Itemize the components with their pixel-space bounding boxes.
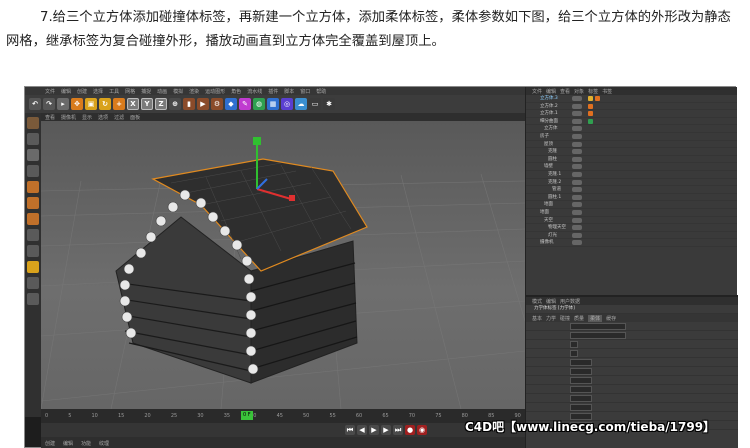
right-panels: 文件 编辑 查看 对象 标签 书签 立方体.3 立方体.2 立方体.1 细分曲面 立方体 … bbox=[525, 87, 738, 448]
goto-start-icon[interactable]: ⏮ bbox=[345, 425, 355, 435]
list-item[interactable]: 立方体.3 bbox=[526, 95, 737, 103]
attribute-row[interactable] bbox=[526, 349, 738, 358]
axis-y-button[interactable]: Y bbox=[141, 98, 153, 110]
environment-icon[interactable]: ☁ bbox=[295, 98, 307, 110]
rotate-icon[interactable]: ↻ bbox=[99, 98, 111, 110]
array-icon[interactable]: ▦ bbox=[267, 98, 279, 110]
attribute-row[interactable] bbox=[526, 403, 738, 412]
prev-frame-icon[interactable]: ◀ bbox=[357, 425, 367, 435]
render-view-icon[interactable]: ▶ bbox=[197, 98, 209, 110]
axis-mode-icon[interactable] bbox=[27, 229, 39, 241]
list-item[interactable]: 房子 bbox=[526, 133, 737, 141]
timeline-ruler[interactable]: 0 5 10 15 20 25 30 35 40 45 50 55 60 65 70 75 80 85 90 0 F bbox=[41, 409, 525, 423]
forum-watermark: C4D吧【www.linecg.com/tieba/1799】 bbox=[465, 420, 716, 434]
make-editable-icon[interactable] bbox=[27, 117, 39, 129]
playback-controls: ⏮ ◀ ▶ ▶ ⏭ ● ◉ bbox=[41, 423, 525, 437]
object-tree: 立方体.3 立方体.2 立方体.1 细分曲面 立方体 房子 屋顶 克隆 圆柱 墙… bbox=[526, 95, 737, 247]
list-item[interactable]: 地面 bbox=[526, 201, 737, 209]
list-item[interactable]: 立方体.2 bbox=[526, 103, 737, 111]
select-icon[interactable]: ▸ bbox=[57, 98, 69, 110]
attribute-row[interactable] bbox=[526, 358, 738, 367]
left-mode-toolbar bbox=[25, 113, 41, 417]
material-manager-menu[interactable]: 创建 编辑 功能 纹理 bbox=[41, 437, 525, 448]
model-mode-icon[interactable] bbox=[27, 133, 39, 145]
record-icon[interactable]: ● bbox=[405, 425, 415, 435]
list-item[interactable]: 管道 bbox=[526, 186, 737, 194]
undo-icon[interactable]: ↶ bbox=[29, 98, 41, 110]
menu-bar[interactable]: 文件 编辑 创建 选择 工具 网格 捕捉 动画 模拟 渲染 运动图形 角色 流水线 插件 脚本 窗口 帮助 bbox=[25, 87, 525, 95]
list-item[interactable]: 立方体.1 bbox=[526, 110, 737, 118]
attribute-row[interactable] bbox=[526, 331, 738, 340]
attribute-title: 力学体标签 [力学体] bbox=[526, 305, 738, 314]
spline-pen-icon[interactable]: ✎ bbox=[239, 98, 251, 110]
list-item[interactable]: 地面 bbox=[526, 209, 737, 217]
render-region-icon[interactable]: ▮ bbox=[183, 98, 195, 110]
texture-mode-icon[interactable] bbox=[27, 149, 39, 161]
play-icon[interactable]: ▶ bbox=[369, 425, 379, 435]
list-item[interactable]: 天空 bbox=[526, 217, 737, 225]
list-item[interactable]: 墙壁 bbox=[526, 163, 737, 171]
points-mode-icon[interactable] bbox=[27, 181, 39, 193]
log-cabin-model bbox=[115, 158, 368, 384]
attribute-row[interactable] bbox=[526, 385, 738, 394]
camera-icon[interactable]: ▭ bbox=[309, 98, 321, 110]
object-manager-menu[interactable]: 文件 编辑 查看 对象 标签 书签 bbox=[526, 87, 737, 95]
list-item[interactable]: 物理天空 bbox=[526, 224, 737, 232]
polygons-mode-icon[interactable] bbox=[27, 213, 39, 225]
viewport-scene bbox=[41, 137, 525, 409]
list-item[interactable]: 圆柱 bbox=[526, 156, 737, 164]
lock-icon[interactable] bbox=[27, 277, 39, 289]
cinema4d-screenshot: 文件 编辑 创建 选择 工具 网格 捕捉 动画 模拟 渲染 运动图形 角色 流水线 插件 脚本 窗口 帮助 ↶ … bbox=[24, 86, 738, 448]
cube-icon[interactable]: ◆ bbox=[225, 98, 237, 110]
axis-x-button[interactable]: X bbox=[127, 98, 139, 110]
coordinate-icon[interactable]: ⊕ bbox=[169, 98, 181, 110]
current-frame-marker: 0 F bbox=[241, 411, 253, 420]
next-frame-icon[interactable]: ▶ bbox=[381, 425, 391, 435]
scale-icon[interactable]: ▣ bbox=[85, 98, 97, 110]
list-item[interactable]: 克隆.1 bbox=[526, 171, 737, 179]
list-item[interactable]: 屋顶 bbox=[526, 141, 737, 149]
attribute-row[interactable] bbox=[526, 367, 738, 376]
list-item[interactable]: 克隆.2 bbox=[526, 179, 737, 187]
attribute-row[interactable] bbox=[526, 322, 738, 331]
workplane-icon[interactable] bbox=[27, 165, 39, 177]
tweak-icon[interactable] bbox=[27, 245, 39, 257]
autokey-icon[interactable]: ◉ bbox=[417, 425, 427, 435]
light-icon[interactable]: ✱ bbox=[323, 98, 335, 110]
edges-mode-icon[interactable] bbox=[27, 197, 39, 209]
attribute-row[interactable] bbox=[526, 340, 738, 349]
redo-icon[interactable]: ↷ bbox=[43, 98, 55, 110]
deformer-icon[interactable]: ◎ bbox=[281, 98, 293, 110]
viewport-menu[interactable]: 查看 摄像机 显示 选项 过滤 面板 bbox=[41, 113, 525, 121]
render-settings-icon[interactable]: ⚙ bbox=[211, 98, 223, 110]
attribute-row[interactable] bbox=[526, 394, 738, 403]
solo-icon[interactable] bbox=[27, 293, 39, 305]
list-item[interactable]: 克隆 bbox=[526, 148, 737, 156]
perspective-viewport[interactable]: 查看 摄像机 显示 选项 过滤 面板 bbox=[41, 113, 525, 409]
list-item[interactable]: 摄像机 bbox=[526, 239, 737, 247]
attribute-row[interactable] bbox=[526, 376, 738, 385]
live-select-icon[interactable]: + bbox=[113, 98, 125, 110]
subdivision-icon[interactable]: ◍ bbox=[253, 98, 265, 110]
snap-icon[interactable] bbox=[27, 261, 39, 273]
list-item[interactable]: 立方体 bbox=[526, 125, 737, 133]
main-toolbar: ↶ ↷ ▸ ✥ ▣ ↻ + X Y Z ⊕ ▮ ▶ ⚙ ◆ ✎ ◍ ▦ ◎ ☁ … bbox=[25, 95, 525, 113]
tutorial-caption: 7.给三个立方体添加碰撞体标签，再新建一个立方体，添加柔体标签，柔体参数如下图，… bbox=[6, 10, 731, 49]
attribute-tabs[interactable]: 基本 力学 碰撞 质量 柔体 缓存 bbox=[526, 314, 738, 322]
list-item[interactable]: 细分曲面 bbox=[526, 118, 737, 126]
cabin-left-wall bbox=[115, 216, 252, 384]
attribute-menu[interactable]: 模式 编辑 用户数据 bbox=[526, 297, 738, 305]
list-item[interactable]: 圆柱.1 bbox=[526, 194, 737, 202]
move-icon[interactable]: ✥ bbox=[71, 98, 83, 110]
axis-z-button[interactable]: Z bbox=[155, 98, 167, 110]
goto-end-icon[interactable]: ⏭ bbox=[393, 425, 403, 435]
list-item[interactable]: 灯光 bbox=[526, 232, 737, 240]
